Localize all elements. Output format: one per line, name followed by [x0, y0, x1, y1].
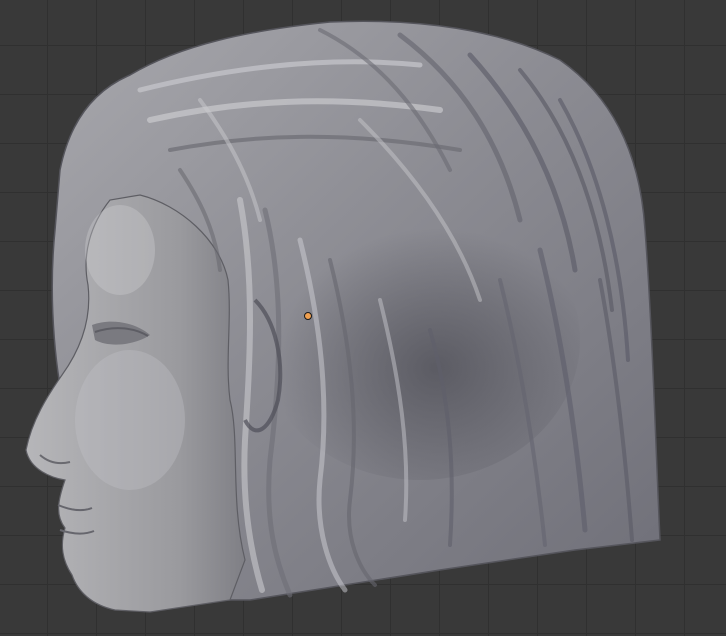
3d-viewport[interactable]	[0, 0, 726, 636]
cheek-highlight	[75, 350, 185, 490]
forehead-highlight	[85, 205, 155, 295]
sculpt-scene	[25, 20, 661, 613]
object-origin-icon[interactable]	[304, 312, 312, 320]
